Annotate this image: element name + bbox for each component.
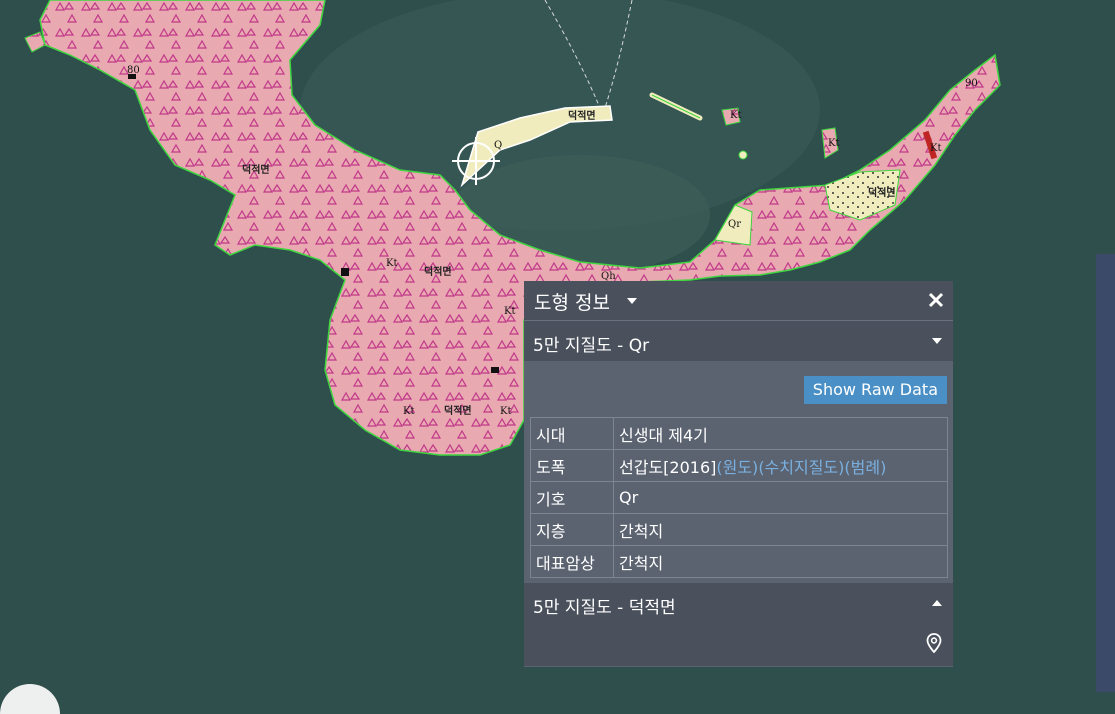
attr-value: 선갑도[2016] xyxy=(619,457,717,477)
unit-symbol: Kt xyxy=(730,110,742,121)
attr-key: 지층 xyxy=(530,513,614,546)
panel-header: 도형 정보 xyxy=(524,281,953,321)
unit-symbol: Q xyxy=(494,140,502,151)
show-raw-data-button[interactable]: Show Raw Data xyxy=(803,376,947,404)
section-qr-label: 5만 지질도 - Qr xyxy=(533,336,650,356)
unit-symbol: Qr xyxy=(728,219,741,230)
map-label-deokjeok-1: 덕적면 xyxy=(568,109,596,122)
map-label-deokjeok-4: 덕적면 xyxy=(444,404,472,417)
unit-symbol: Kt xyxy=(386,258,398,269)
attr-value-cell: 선갑도[2016](원도)(수치지질도)(범례) xyxy=(613,449,948,482)
unit-symbol: Kt xyxy=(504,306,516,317)
unit-symbol: 90 xyxy=(965,78,978,89)
section-deokjeok-header[interactable]: 5만 지질도 - 덕적면 xyxy=(524,583,953,623)
map-label-deokjeok-5: 덕적면 xyxy=(868,186,896,199)
section-deokjeok-body xyxy=(524,623,953,666)
attr-key: 시대 xyxy=(530,417,614,450)
attr-key: 대표암상 xyxy=(530,545,614,578)
chevron-down-icon[interactable] xyxy=(627,298,637,304)
side-strip xyxy=(1096,254,1115,692)
table-row: 도폭 선갑도[2016](원도)(수치지질도)(범례) xyxy=(530,449,948,482)
link-legend[interactable]: (범례) xyxy=(844,458,886,477)
chevron-down-icon[interactable] xyxy=(932,338,942,344)
attr-value: 신생대 제4기 xyxy=(613,417,948,450)
link-original-map[interactable]: (원도) xyxy=(716,458,758,477)
table-row: 대표암상 간척지 xyxy=(530,545,948,578)
attribute-table: 시대 신생대 제4기 도폭 선갑도[2016](원도)(수치지질도)(범례) 기… xyxy=(530,417,948,578)
location-pin-icon[interactable] xyxy=(926,633,942,653)
map-label-deokjeok-3: 덕적면 xyxy=(424,265,452,278)
unit-symbol: Kt xyxy=(930,143,942,154)
unit-symbol: Kt xyxy=(500,406,512,417)
table-row: 기호 Qr xyxy=(530,481,948,514)
attr-key: 도폭 xyxy=(530,449,614,482)
map-label-deokjeok-2: 덕적면 xyxy=(242,163,270,176)
unit-symbol: Kt xyxy=(828,138,840,149)
link-digital-map[interactable]: (수치지질도) xyxy=(758,458,844,477)
section-qr-body: Show Raw Data 시대 신생대 제4기 도폭 선갑도[2016](원도… xyxy=(524,361,953,583)
table-row: 지층 간척지 xyxy=(530,513,948,546)
close-icon[interactable] xyxy=(926,290,946,310)
section-deokjeok-label: 5만 지질도 - 덕적면 xyxy=(533,598,676,618)
attr-value: 간척지 xyxy=(613,513,948,546)
panel-title[interactable]: 도형 정보 xyxy=(534,288,610,315)
chevron-up-icon[interactable] xyxy=(932,600,942,606)
feature-info-panel: 도형 정보 5만 지질도 - Qr Show Raw Data 시대 신생대 제… xyxy=(524,281,953,667)
attr-key: 기호 xyxy=(530,481,614,514)
attr-value: 간척지 xyxy=(613,545,948,578)
attr-value: Qr xyxy=(613,481,948,514)
unit-symbol: Kt xyxy=(403,406,415,417)
section-qr-header[interactable]: 5만 지질도 - Qr xyxy=(524,321,953,361)
table-row: 시대 신생대 제4기 xyxy=(530,417,948,450)
